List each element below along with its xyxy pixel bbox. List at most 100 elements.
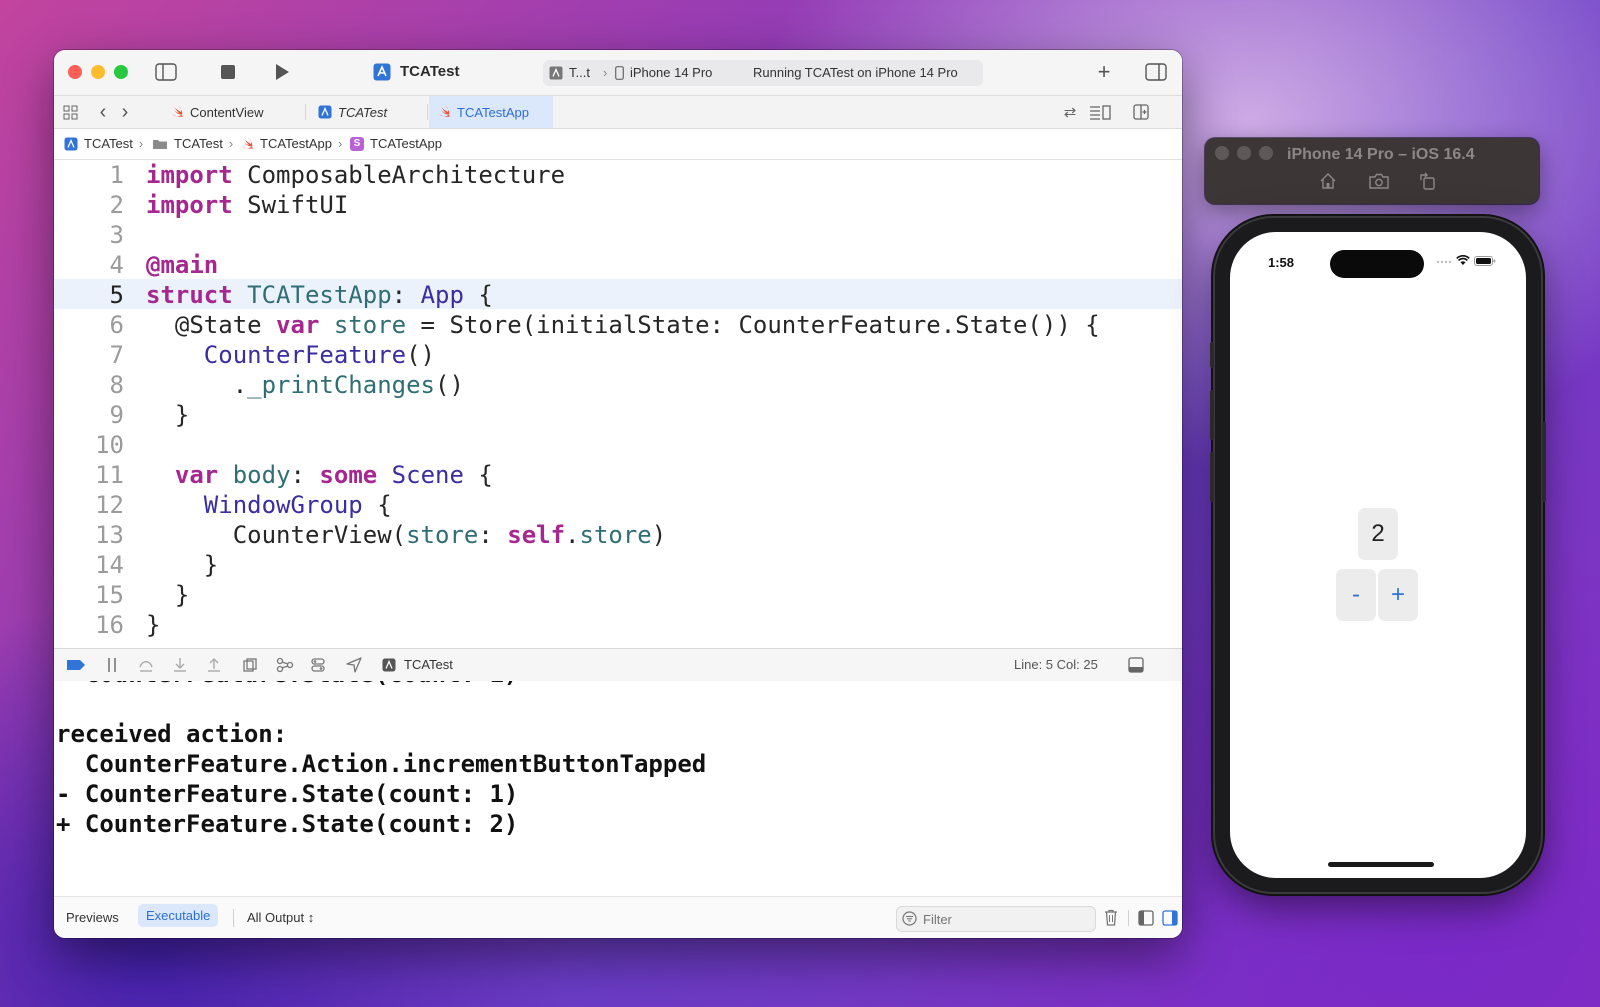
editor-options-icon[interactable] [1088,104,1112,120]
code-token: { [463,461,493,489]
filter-field[interactable] [896,906,1096,932]
code-line[interactable]: 6 @State var store = Store(initialState:… [54,310,1182,340]
grid-icon[interactable] [62,104,78,120]
debug-bar: TCATest Line: 5 Col: 25 [54,648,1182,682]
iphone-icon [615,66,624,80]
pause-icon[interactable] [106,657,118,673]
swift-file-icon [242,137,253,149]
add-icon[interactable]: + [1094,59,1114,84]
process-selector[interactable]: TCATest [382,657,453,672]
breadcrumb-project[interactable]: TCATest › [64,136,143,151]
show-variables-view-icon[interactable] [1138,910,1154,926]
breadcrumb-symbol[interactable]: S TCATestApp [350,136,442,151]
close-window-button[interactable] [68,65,82,79]
code-text: WindowGroup { [146,490,392,520]
breakpoints-toggle-icon[interactable] [66,659,86,671]
jump-bar: TCATest › TCATest › TCATestApp › S TCATe… [54,129,1182,160]
forward-icon[interactable]: › [118,101,132,123]
code-token: } [146,551,219,579]
show-console-view-icon[interactable] [1162,910,1178,926]
code-line[interactable]: 4 @main [54,250,1182,280]
simulate-location-icon[interactable] [346,657,362,673]
navigator-toggle-icon[interactable] [154,62,178,82]
code-token: @State [146,311,277,339]
xcode-project-icon [318,105,332,119]
previews-tab[interactable]: Previews [66,910,119,925]
code-line[interactable]: 7 CounterFeature() [54,340,1182,370]
trash-icon[interactable] [1104,909,1118,926]
run-destination[interactable]: iPhone 14 Pro [630,65,712,80]
code-line[interactable]: 15 } [54,580,1182,610]
code-token: Scene [391,461,464,489]
run-icon[interactable] [272,62,292,82]
power-button[interactable] [1542,422,1546,502]
code-line[interactable]: 8 ._printChanges() [54,370,1182,400]
memory-graph-icon[interactable] [276,657,294,673]
code-line[interactable]: 2 import SwiftUI [54,190,1182,220]
zoom-window-button[interactable] [1259,146,1273,160]
line-number: 2 [109,191,124,219]
step-over-icon[interactable] [138,657,154,673]
scheme-title[interactable]: TCATest [400,63,459,80]
code-token: CounterView( [146,521,407,549]
breadcrumb-folder[interactable]: TCATest › [152,136,233,151]
code-token: var [276,311,320,339]
code-line[interactable]: 12 WindowGroup { [54,490,1182,520]
code-line[interactable]: 10 [54,430,1182,460]
tab-tcatestapp[interactable]: TCATestApp [429,96,553,128]
related-items-icon[interactable]: ⇄ [1061,104,1079,121]
code-line[interactable]: 14 } [54,550,1182,580]
filter-input[interactable] [921,909,1093,929]
volume-down-button[interactable] [1210,452,1214,502]
chevron-right-icon: › [138,136,144,151]
back-icon[interactable]: ‹ [96,101,110,123]
code-line[interactable]: 9 } [54,400,1182,430]
console-output[interactable]: + CounterFeature.State(count: 1) received… [54,681,1182,896]
code-token: () [435,371,464,399]
activity-view[interactable]: T...t › iPhone 14 Pro Running TCATest on… [543,60,983,86]
code-line[interactable]: 5 struct TCATestApp: App { [54,280,1182,310]
tab-tcatest[interactable]: TCATest [306,96,428,128]
view-hierarchy-icon[interactable] [242,657,258,673]
code-line[interactable]: 3 [54,220,1182,250]
code-token: : [478,521,508,549]
close-window-button[interactable] [1215,146,1229,160]
code-text: } [146,610,160,640]
code-text: } [146,400,189,430]
home-icon[interactable] [1319,172,1337,190]
code-line[interactable]: 13 CounterView(store: self.store) [54,520,1182,550]
cursor-position: Line: 5 Col: 25 [1014,657,1098,672]
xcode-window: TCATest T...t › iPhone 14 Pro Running TC… [54,50,1182,938]
step-out-icon[interactable] [206,657,222,673]
simulator-screen[interactable]: 1:58 2 - + [1230,232,1526,878]
zoom-window-button[interactable] [114,65,128,79]
scheme-name[interactable]: T...t [569,65,590,80]
increment-button[interactable]: + [1378,569,1418,621]
minimize-window-button[interactable] [91,65,105,79]
rotate-icon[interactable] [1419,172,1437,190]
inspector-toggle-icon[interactable] [1144,62,1168,82]
code-line[interactable]: 16} [54,610,1182,640]
code-token: } [146,581,190,609]
code-token: store [579,521,652,549]
decrement-button[interactable]: - [1336,569,1376,621]
minimize-window-button[interactable] [1237,146,1251,160]
code-token: TCATestApp [247,281,392,309]
code-line[interactable]: 11 var body: some Scene { [54,460,1182,490]
screenshot-icon[interactable] [1369,173,1389,189]
stop-icon[interactable] [220,64,236,80]
source-editor[interactable]: 1 import ComposableArchitecture 2 import Sw… [54,160,1182,648]
volume-up-button[interactable] [1210,390,1214,440]
split-editor-icon[interactable] [1132,104,1150,120]
tab-contentview[interactable]: ContentView [150,96,306,128]
output-filter-menu[interactable]: All Output ↕ [247,910,314,925]
code-line[interactable]: 1 import ComposableArchitecture [54,160,1182,190]
breadcrumb-file[interactable]: TCATestApp › [240,136,342,151]
executable-tab[interactable]: Executable [138,904,219,927]
step-into-icon[interactable] [172,657,188,673]
environment-overrides-icon[interactable] [310,657,326,673]
hide-debug-area-icon[interactable] [1128,657,1144,673]
action-button[interactable] [1210,342,1214,368]
